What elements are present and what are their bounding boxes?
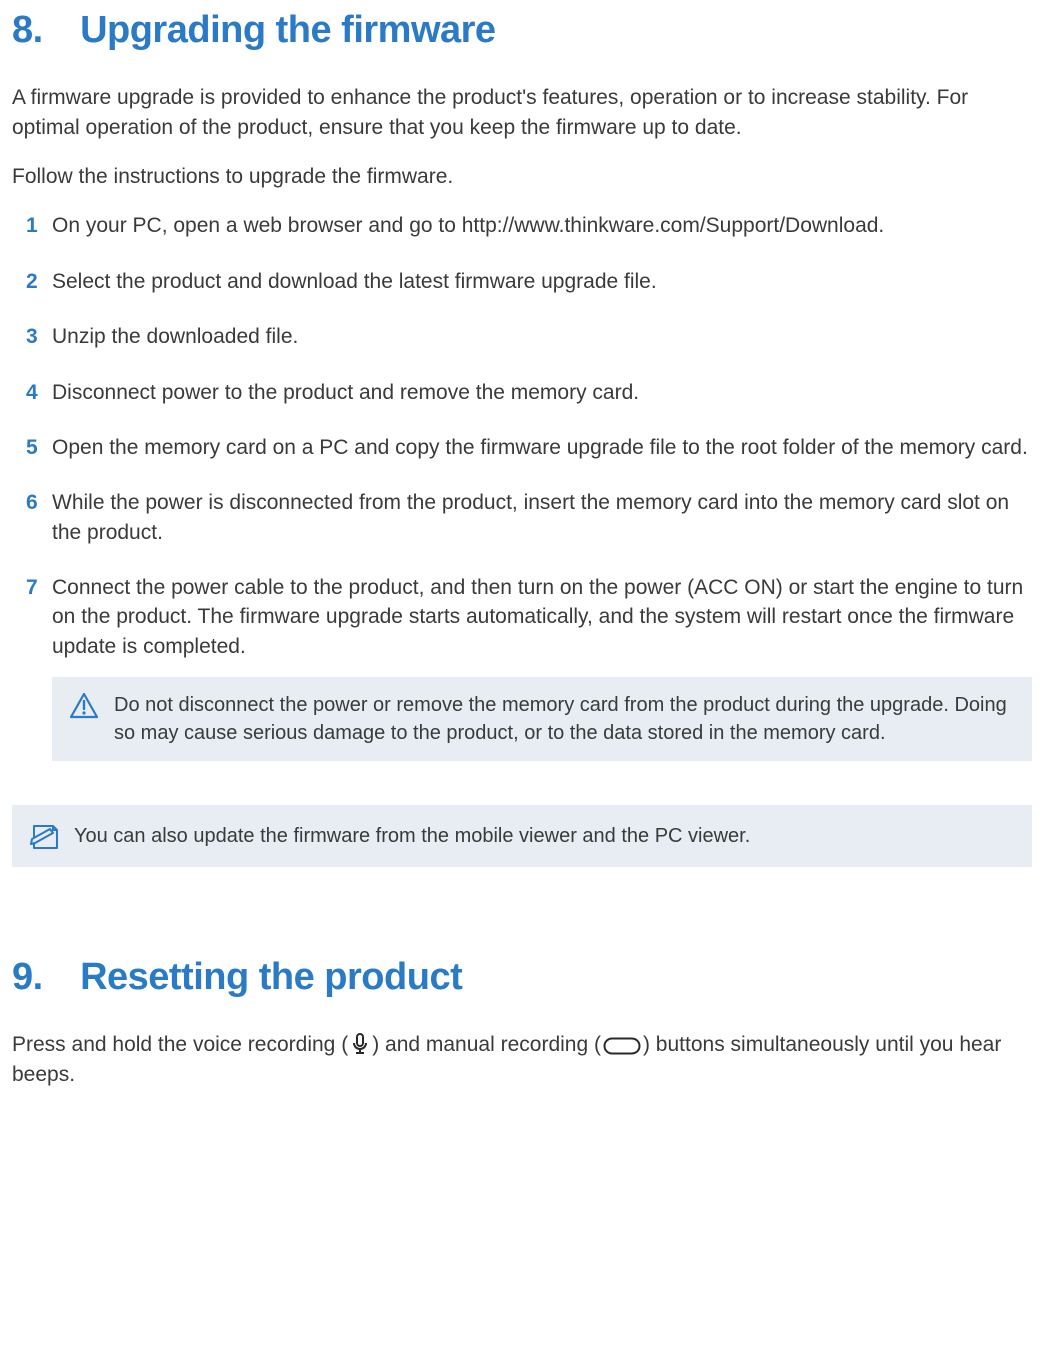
- rec-button-icon: [603, 1037, 641, 1055]
- section-9-heading: 9. Resetting the product: [12, 951, 1032, 1004]
- step-item: 7 Connect the power cable to the product…: [26, 573, 1032, 661]
- section-8-number: 8.: [12, 4, 70, 57]
- steps-list: 1 On your PC, open a web browser and go …: [12, 211, 1032, 761]
- section-8-heading: 8. Upgrading the firmware: [12, 4, 1032, 57]
- warning-icon: [70, 693, 100, 719]
- note-callout: You can also update the firmware from th…: [12, 805, 1032, 867]
- step-item: 1 On your PC, open a web browser and go …: [26, 211, 1032, 240]
- step-number: 2: [26, 267, 52, 296]
- step-text: Open the memory card on a PC and copy th…: [52, 433, 1032, 462]
- microphone-icon: [350, 1033, 370, 1055]
- section-8-title: Upgrading the firmware: [80, 9, 496, 51]
- section-9-body: Press and hold the voice recording ( ) an…: [12, 1030, 1032, 1089]
- step-text: Select the product and download the late…: [52, 267, 1032, 296]
- step-number: 7: [26, 573, 52, 661]
- step-number: 6: [26, 488, 52, 547]
- step-item: 2 Select the product and download the la…: [26, 267, 1032, 296]
- warning-callout: Do not disconnect the power or remove th…: [52, 677, 1032, 761]
- note-icon: [30, 823, 60, 851]
- step-text: While the power is disconnected from the…: [52, 488, 1032, 547]
- section-8-intro-1: A firmware upgrade is provided to enhanc…: [12, 83, 1032, 142]
- step-number: 5: [26, 433, 52, 462]
- step-item: 6 While the power is disconnected from t…: [26, 488, 1032, 547]
- step-number: 4: [26, 378, 52, 407]
- step-item: 5 Open the memory card on a PC and copy …: [26, 433, 1032, 462]
- step-item: 3 Unzip the downloaded file.: [26, 322, 1032, 351]
- step-number: 3: [26, 322, 52, 351]
- step-number: 1: [26, 211, 52, 240]
- step-text: On your PC, open a web browser and go to…: [52, 211, 1032, 240]
- section-9-number: 9.: [12, 951, 70, 1004]
- section-9-body-pre: Press and hold the voice recording (: [12, 1033, 348, 1056]
- step-text: Disconnect power to the product and remo…: [52, 378, 1032, 407]
- section-9-title: Resetting the product: [80, 956, 462, 998]
- step-item: 4 Disconnect power to the product and re…: [26, 378, 1032, 407]
- section-9-body-mid: ) and manual recording (: [372, 1033, 601, 1056]
- note-text: You can also update the firmware from th…: [74, 822, 1014, 850]
- warning-text: Do not disconnect the power or remove th…: [114, 691, 1014, 747]
- step-text: Connect the power cable to the product, …: [52, 573, 1032, 661]
- step-text: Unzip the downloaded file.: [52, 322, 1032, 351]
- section-8-intro-2: Follow the instructions to upgrade the f…: [12, 162, 1032, 191]
